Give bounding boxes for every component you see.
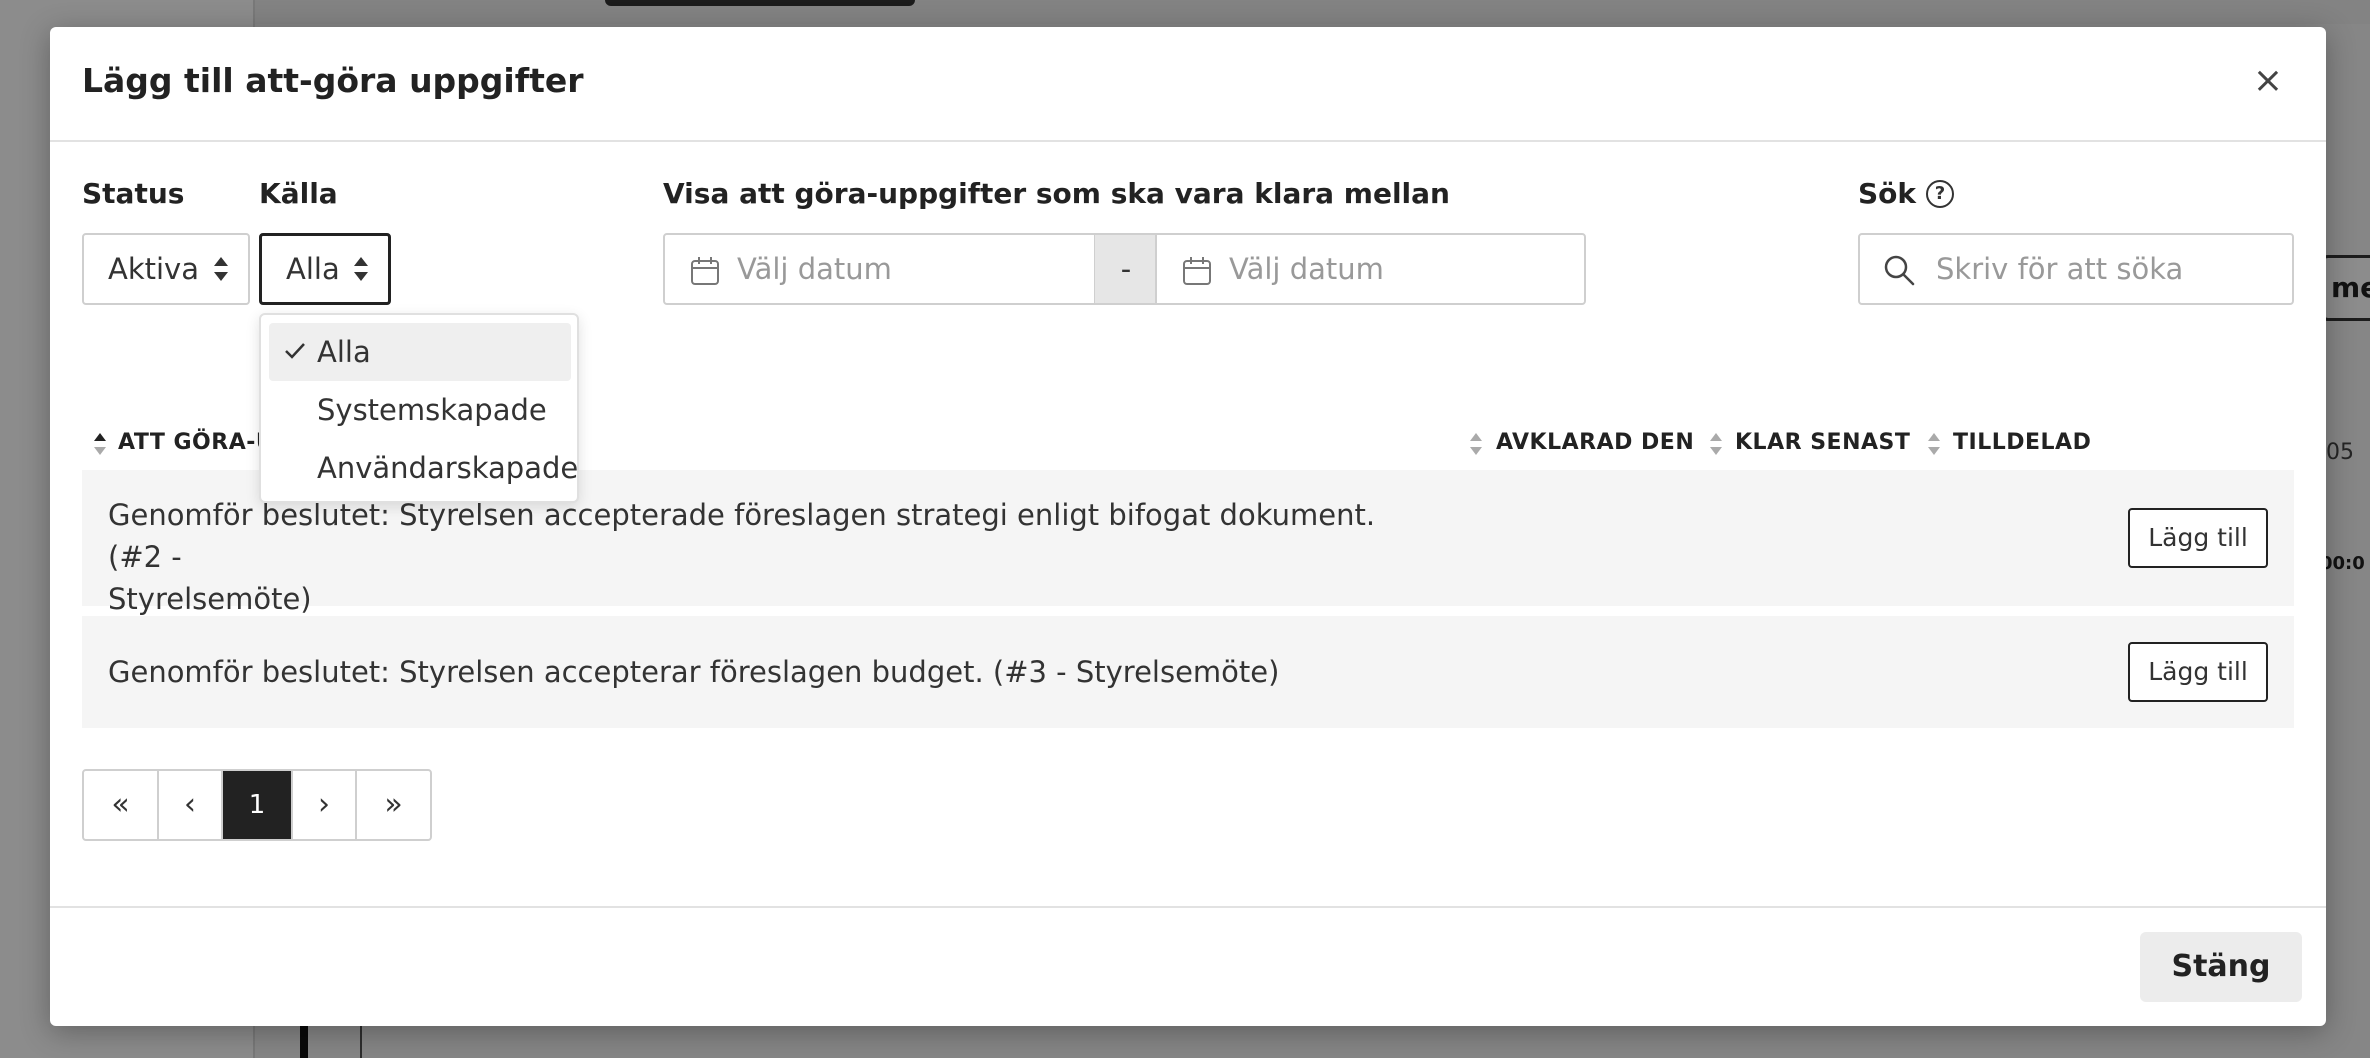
- calendar-icon: [691, 257, 719, 285]
- calendar-icon: [1183, 257, 1211, 285]
- column-header-due-label: KLAR SENAST: [1735, 430, 1911, 455]
- source-select-value: Alla: [286, 252, 340, 286]
- column-header-due[interactable]: KLAR SENAST: [1710, 430, 1910, 455]
- column-header-completed-label: AVKLARAD DEN: [1496, 430, 1695, 455]
- date-to-placeholder: Välj datum: [1229, 252, 1384, 286]
- source-select[interactable]: Alla: [259, 233, 391, 305]
- add-todo-modal: Lägg till att-göra uppgifter × Status Ak…: [50, 27, 2326, 1026]
- search-label: Sök: [1858, 177, 1917, 210]
- next-page-button[interactable]: ›: [293, 771, 357, 839]
- modal-footer: Stäng: [50, 906, 2326, 1026]
- date-from-input[interactable]: Välj datum: [663, 233, 1096, 305]
- sort-icon: [1710, 433, 1722, 455]
- last-page-button[interactable]: »: [357, 771, 430, 839]
- date-from-placeholder: Välj datum: [737, 252, 892, 286]
- task-description: Genomför beslutet: Styrelsen accepterade…: [108, 494, 1408, 620]
- column-header-task-label: ATT GÖRA-U: [118, 430, 275, 455]
- sort-asc-icon: [94, 433, 106, 455]
- task-description: Genomför beslutet: Styrelsen accepterar …: [108, 655, 1280, 689]
- first-page-button[interactable]: «: [84, 771, 159, 839]
- add-task-button[interactable]: Lägg till: [2128, 642, 2268, 702]
- modal-title: Lägg till att-göra uppgifter: [82, 61, 584, 100]
- search-input[interactable]: Skriv för att söka: [1858, 233, 2294, 305]
- task-text-line: Genomför beslutet: Styrelsen accepterade…: [108, 498, 1376, 574]
- sort-icon: [1928, 433, 1940, 455]
- table-row: Genomför beslutet: Styrelsen accepterar …: [82, 616, 2294, 728]
- column-header-task[interactable]: ATT GÖRA-U: [94, 430, 274, 455]
- source-label: Källa: [259, 177, 338, 210]
- dropdown-option-label: Systemskapade: [317, 393, 547, 427]
- check-icon: [285, 343, 305, 359]
- dropdown-option-user[interactable]: Användarskapade: [269, 439, 578, 497]
- column-header-assigned[interactable]: TILLDELAD: [1928, 430, 2091, 455]
- status-label: Status: [82, 177, 185, 210]
- close-icon[interactable]: ×: [2250, 63, 2286, 101]
- add-task-button[interactable]: Lägg till: [2128, 508, 2268, 568]
- dropdown-option-system[interactable]: Systemskapade: [269, 381, 571, 439]
- task-text-line: Styrelsemöte): [108, 582, 312, 616]
- column-header-completed[interactable]: AVKLARAD DEN: [1470, 430, 1694, 455]
- page-1-button[interactable]: 1: [223, 771, 293, 839]
- date-range-label: Visa att göra-uppgifter som ska vara kla…: [663, 177, 1450, 210]
- date-to-input[interactable]: Välj datum: [1155, 233, 1586, 305]
- dropdown-option-label: Alla: [317, 335, 371, 369]
- search-icon: [1884, 255, 1915, 286]
- select-arrows-icon: [214, 257, 228, 281]
- dropdown-option-all[interactable]: Alla: [269, 323, 571, 381]
- close-button[interactable]: Stäng: [2140, 932, 2302, 1002]
- pagination: « ‹ 1 › »: [82, 769, 432, 841]
- status-select-value: Aktiva: [108, 252, 199, 286]
- column-header-assigned-label: TILLDELAD: [1953, 430, 2092, 455]
- source-dropdown-menu: Alla Systemskapade Användarskapade: [259, 313, 579, 503]
- search-placeholder: Skriv för att söka: [1936, 252, 2184, 286]
- prev-page-button[interactable]: ‹: [159, 771, 223, 839]
- modal-header: Lägg till att-göra uppgifter ×: [50, 27, 2326, 142]
- help-icon[interactable]: ?: [1926, 180, 1954, 208]
- status-select[interactable]: Aktiva: [82, 233, 250, 305]
- dropdown-option-label: Användarskapade: [317, 451, 579, 485]
- select-arrows-icon: [354, 257, 368, 281]
- date-range-separator: -: [1095, 233, 1157, 305]
- sort-icon: [1470, 433, 1482, 455]
